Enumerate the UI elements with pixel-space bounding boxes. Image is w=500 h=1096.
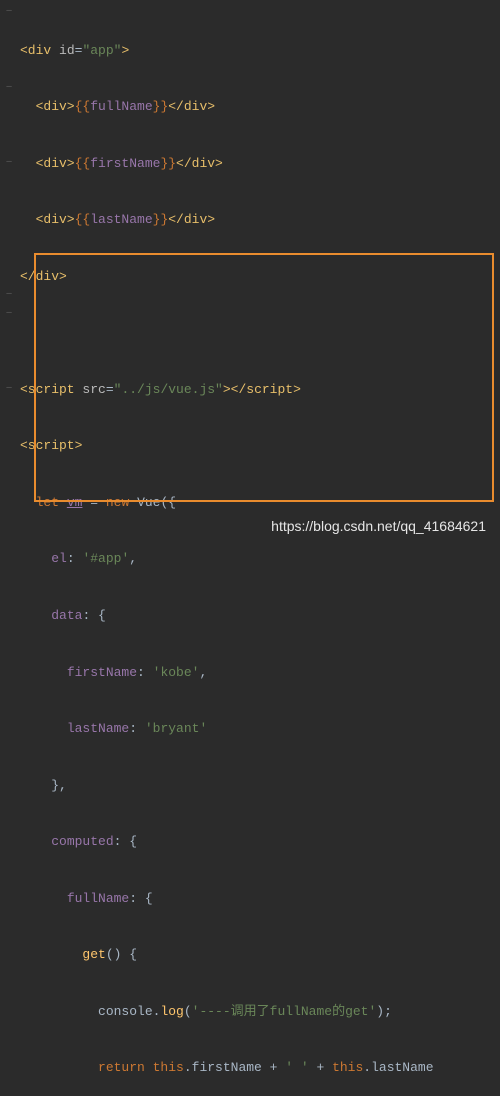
fold-icon[interactable]: − <box>0 155 18 174</box>
code-line: <script> <box>20 437 434 456</box>
fold-gutter: − − − − − − <box>0 0 18 548</box>
code-line: fullName: { <box>20 890 434 909</box>
code-area[interactable]: <div id="app"> <div>{{fullName}}</div> <… <box>18 0 434 548</box>
code-line: console.log('----调用了fullName的get'); <box>20 1003 434 1022</box>
fold-icon[interactable]: − <box>0 4 18 23</box>
code-editor: − − − − − − <div id="app"> <div>{{fullNa… <box>0 0 500 548</box>
fold-icon[interactable]: − <box>0 79 18 98</box>
code-line: <div>{{fullName}}</div> <box>20 98 434 117</box>
watermark: https://blog.csdn.net/qq_41684621 <box>271 516 486 536</box>
code-line: <div>{{firstName}}</div> <box>20 155 434 174</box>
code-line: }, <box>20 777 434 796</box>
code-line: get() { <box>20 946 434 965</box>
code-line: data: { <box>20 607 434 626</box>
fold-icon[interactable]: − <box>0 306 18 325</box>
code-line: <script src="../js/vue.js"></script> <box>20 381 434 400</box>
code-line <box>20 324 434 343</box>
code-line: lastName: 'bryant' <box>20 720 434 739</box>
code-line: </div> <box>20 268 434 287</box>
code-line: return this.firstName + ' ' + this.lastN… <box>20 1059 434 1078</box>
code-line: firstName: 'kobe', <box>20 664 434 683</box>
code-line: computed: { <box>20 833 434 852</box>
code-line: let vm = new Vue({ <box>20 494 434 513</box>
fold-icon[interactable]: − <box>0 287 18 306</box>
fold-icon[interactable]: − <box>0 381 18 400</box>
code-line: <div id="app"> <box>20 42 434 61</box>
code-line: <div>{{lastName}}</div> <box>20 211 434 230</box>
code-line: el: '#app', <box>20 550 434 569</box>
